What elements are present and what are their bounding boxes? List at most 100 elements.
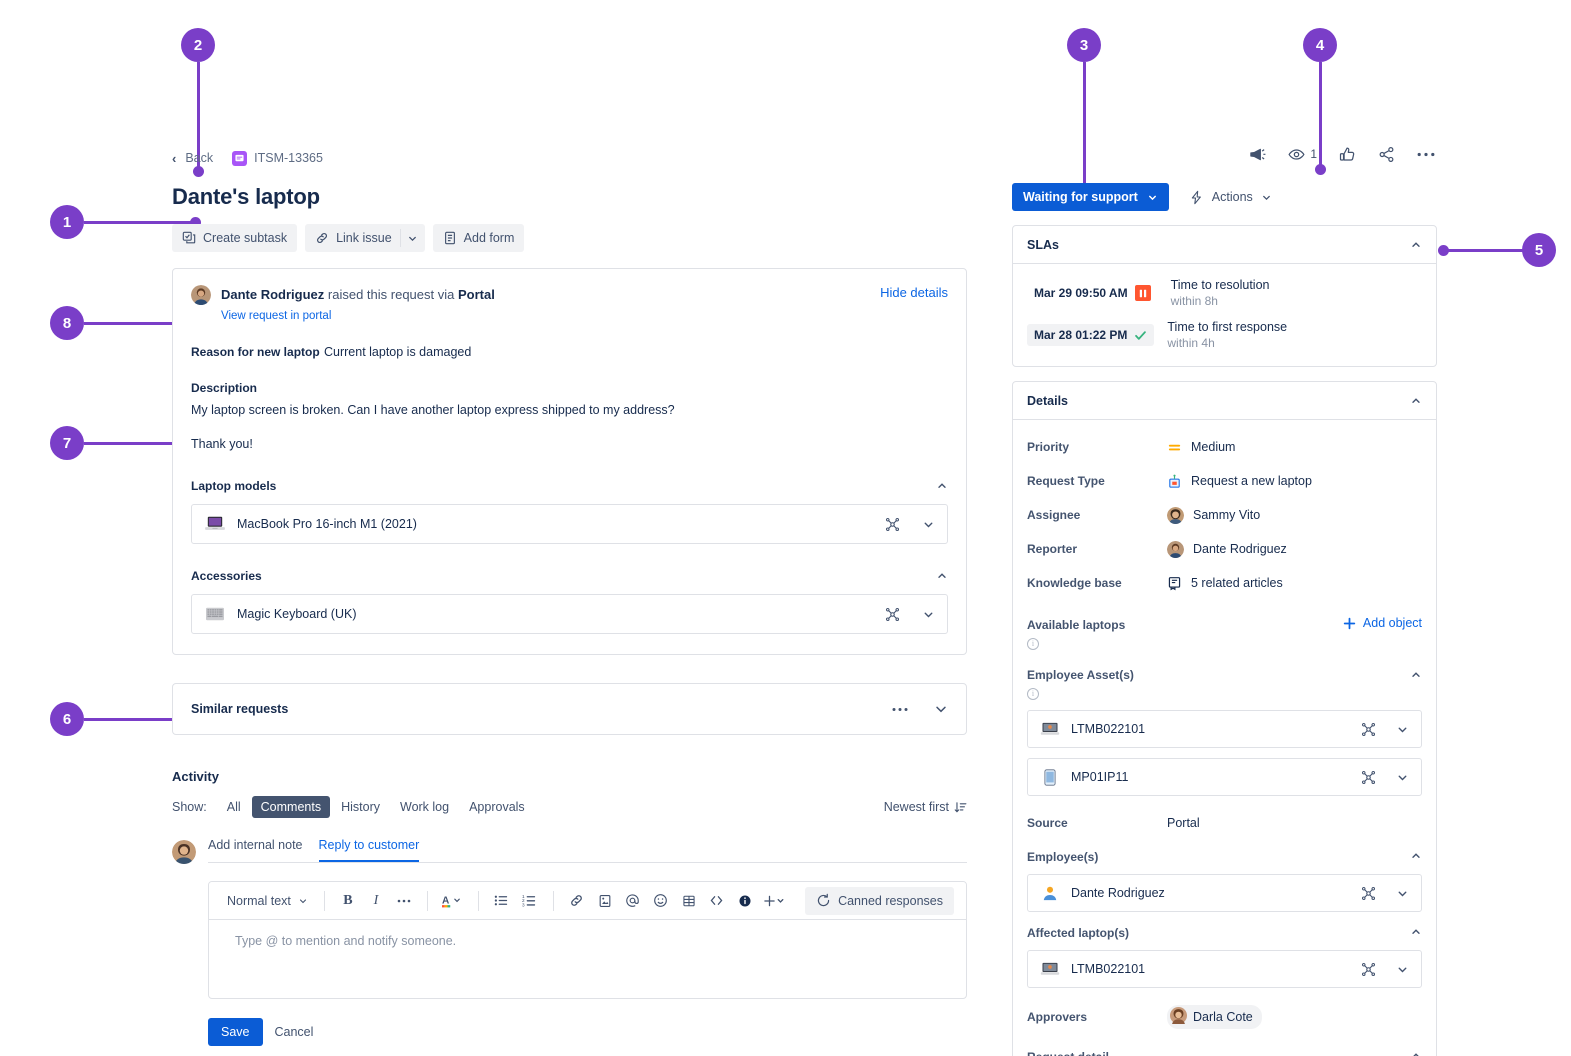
- chevron-down-icon[interactable]: [934, 702, 948, 716]
- bullet-list-icon[interactable]: [489, 888, 515, 914]
- activity-tab-comments[interactable]: Comments: [252, 796, 330, 818]
- add-form-button[interactable]: Add form: [433, 224, 525, 252]
- comment-input[interactable]: Type @ to mention and notify someone.: [209, 920, 966, 998]
- more-formatting-icon[interactable]: [391, 888, 417, 914]
- back-chevron-icon[interactable]: ‹: [172, 151, 176, 166]
- affected-laptops-section-header[interactable]: Affected laptop(s): [1027, 926, 1422, 940]
- table-icon[interactable]: [676, 888, 702, 914]
- details-panel: Details Priority Medium Request T: [1012, 381, 1437, 1056]
- chevron-down-icon[interactable]: [1396, 723, 1409, 736]
- activity-tab-approvals[interactable]: Approvals: [460, 796, 534, 818]
- insert-more-icon[interactable]: [760, 888, 790, 914]
- object-row-actions: [1361, 962, 1409, 977]
- knowledge-base-value[interactable]: 5 related articles: [1167, 576, 1283, 591]
- activity-tab-history[interactable]: History: [332, 796, 389, 818]
- add-object-button[interactable]: Add object: [1343, 616, 1422, 630]
- object-graph-icon[interactable]: [1361, 722, 1376, 737]
- feedback-icon[interactable]: [1249, 146, 1266, 163]
- like-icon[interactable]: [1339, 146, 1356, 163]
- issue-key[interactable]: ITSM-13365: [254, 151, 323, 165]
- chevron-up-icon[interactable]: [1410, 669, 1422, 681]
- chevron-up-icon[interactable]: [936, 480, 948, 492]
- mention-icon[interactable]: [620, 888, 646, 914]
- italic-icon[interactable]: I: [363, 888, 389, 914]
- similar-requests-card[interactable]: Similar requests: [172, 683, 967, 735]
- approver-chip[interactable]: Darla Cote: [1167, 1005, 1262, 1029]
- hide-details-link[interactable]: Hide details: [880, 285, 948, 300]
- more-actions-icon[interactable]: [892, 707, 908, 712]
- employees-section-header[interactable]: Employee(s): [1027, 850, 1422, 864]
- composer-buttons: Save Cancel: [208, 1018, 967, 1046]
- laptop-models-group-header[interactable]: Laptop models: [191, 479, 948, 493]
- back-link[interactable]: Back: [185, 151, 213, 165]
- object-row[interactable]: MP01IP11: [1027, 758, 1422, 796]
- tab-reply-to-customer[interactable]: Reply to customer: [319, 838, 420, 862]
- chevron-down-icon[interactable]: [922, 608, 935, 621]
- object-row[interactable]: LTMB022101: [1027, 710, 1422, 748]
- activity-tab-work-log[interactable]: Work log: [391, 796, 458, 818]
- accessories-group-header[interactable]: Accessories: [191, 569, 948, 583]
- actions-button[interactable]: Actions: [1189, 190, 1272, 205]
- slas-panel-header[interactable]: SLAs: [1013, 226, 1436, 264]
- employee-assets-section-header[interactable]: Employee Asset(s) i: [1027, 666, 1422, 700]
- image-icon[interactable]: [592, 888, 618, 914]
- text-color-icon[interactable]: A: [438, 888, 468, 914]
- watchers-icon[interactable]: 1: [1288, 146, 1317, 163]
- chevron-down-icon[interactable]: [922, 518, 935, 531]
- link-issue-dropdown-button[interactable]: [400, 224, 425, 252]
- chevron-down-icon[interactable]: [1396, 887, 1409, 900]
- info-panel-icon[interactable]: [732, 888, 758, 914]
- sla-paused-icon: [1135, 285, 1151, 301]
- object-graph-icon[interactable]: [1361, 886, 1376, 901]
- activity-tab-all[interactable]: All: [218, 796, 250, 818]
- share-icon[interactable]: [1378, 146, 1395, 163]
- tab-add-internal-note[interactable]: Add internal note: [208, 838, 303, 862]
- object-graph-icon[interactable]: [885, 607, 900, 622]
- chevron-up-icon[interactable]: [936, 570, 948, 582]
- status-dropdown-button[interactable]: Waiting for support: [1012, 183, 1169, 211]
- view-request-in-portal-link[interactable]: View request in portal: [221, 310, 495, 322]
- chevron-up-icon[interactable]: [1410, 395, 1422, 407]
- object-graph-icon[interactable]: [1361, 962, 1376, 977]
- chevron-up-icon[interactable]: [1410, 926, 1422, 938]
- chevron-down-icon[interactable]: [1396, 963, 1409, 976]
- details-panel-header[interactable]: Details: [1013, 382, 1436, 420]
- canned-responses-button[interactable]: Canned responses: [805, 887, 954, 915]
- request-detail-section-header[interactable]: Request detail: [1027, 1050, 1422, 1056]
- object-row[interactable]: Dante Rodriguez: [1027, 874, 1422, 912]
- chevron-up-icon[interactable]: [1410, 850, 1422, 862]
- chevron-up-icon[interactable]: [1410, 239, 1422, 251]
- emoji-icon[interactable]: [648, 888, 674, 914]
- create-subtask-button[interactable]: Create subtask: [172, 224, 297, 252]
- object-graph-icon[interactable]: [1361, 770, 1376, 785]
- more-actions-icon[interactable]: [1417, 152, 1435, 157]
- priority-text: Medium: [1191, 440, 1235, 454]
- object-row[interactable]: MacBook Pro 16-inch M1 (2021): [191, 504, 948, 544]
- object-row[interactable]: LTMB022101: [1027, 950, 1422, 988]
- object-row[interactable]: Magic Keyboard (UK): [191, 594, 948, 634]
- link-issue-button[interactable]: Link issue: [305, 224, 400, 252]
- save-button[interactable]: Save: [208, 1018, 263, 1046]
- info-icon[interactable]: i: [1027, 638, 1039, 650]
- priority-value[interactable]: Medium: [1167, 440, 1235, 455]
- approvers-label: Approvers: [1027, 1010, 1167, 1024]
- chevron-up-icon[interactable]: [1410, 1050, 1422, 1056]
- text-style-select[interactable]: Normal text: [221, 894, 314, 908]
- callout-1-badge: 1: [50, 205, 84, 239]
- chevron-down-icon[interactable]: [1396, 771, 1409, 784]
- slas-title: SLAs: [1027, 238, 1059, 252]
- object-graph-icon[interactable]: [885, 517, 900, 532]
- code-icon[interactable]: [704, 888, 730, 914]
- sla-text: Time to first response within 4h: [1167, 320, 1287, 350]
- link-icon[interactable]: [564, 888, 590, 914]
- numbered-list-icon[interactable]: 123: [517, 888, 543, 914]
- reporter-value[interactable]: Dante Rodriguez: [1167, 541, 1287, 558]
- sla-met-icon: [1134, 329, 1147, 342]
- cancel-button[interactable]: Cancel: [275, 1025, 314, 1039]
- svg-text:A: A: [442, 895, 450, 906]
- request-type-value[interactable]: Request a new laptop: [1167, 474, 1312, 489]
- assignee-value[interactable]: Sammy Vito: [1167, 507, 1260, 524]
- info-icon[interactable]: i: [1027, 688, 1039, 700]
- bold-icon[interactable]: B: [335, 888, 361, 914]
- sort-order-button[interactable]: Newest first: [884, 800, 967, 814]
